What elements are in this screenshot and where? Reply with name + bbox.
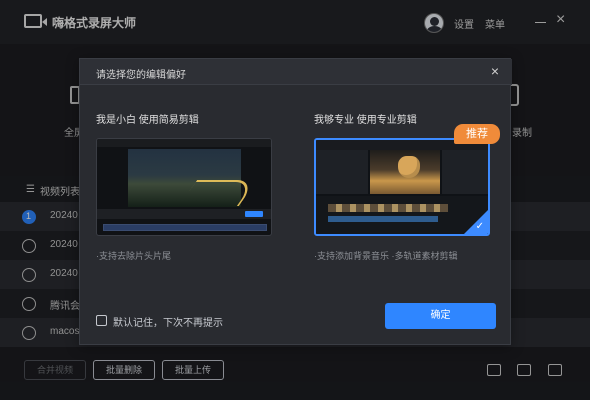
recommend-badge: 推荐 (454, 124, 500, 144)
remember-checkbox[interactable] (96, 315, 107, 326)
preview-image (128, 149, 258, 207)
pro-edit-option[interactable]: ✓ (314, 138, 490, 236)
audio-track (328, 216, 438, 222)
media-panel (316, 150, 368, 194)
simple-edit-caption: ·支持去除片头片尾 (96, 251, 171, 261)
editor-title-bar (97, 139, 271, 147)
remember-label: 默认记住，下次不再提示 (113, 318, 223, 329)
properties-panel (442, 150, 488, 194)
simple-edit-title: 我是小白 使用简易剪辑 (96, 115, 199, 126)
road-graphic (178, 180, 258, 206)
check-icon: ✓ (475, 221, 484, 232)
timeline-track (103, 224, 267, 231)
simple-edit-option[interactable] (96, 138, 272, 236)
confirm-button[interactable]: 确定 (385, 303, 496, 329)
pro-edit-title: 我够专业 使用专业剪辑 (314, 115, 417, 126)
video-track (328, 204, 448, 212)
dialog-title: 请选择您的编辑偏好 (96, 70, 186, 81)
edit-preference-dialog: 请选择您的编辑偏好 × 我是小白 使用简易剪辑 我够专业 使用专业剪辑 ✓ 推荐… (79, 58, 512, 345)
pro-edit-caption: ·支持添加背景音乐 ·多轨道素材剪辑 (314, 251, 458, 261)
dialog-header: 请选择您的编辑偏好 × (80, 59, 512, 85)
dialog-close-icon[interactable]: × (491, 64, 499, 78)
dog-graphic (398, 156, 420, 178)
export-mini-button (245, 211, 263, 217)
